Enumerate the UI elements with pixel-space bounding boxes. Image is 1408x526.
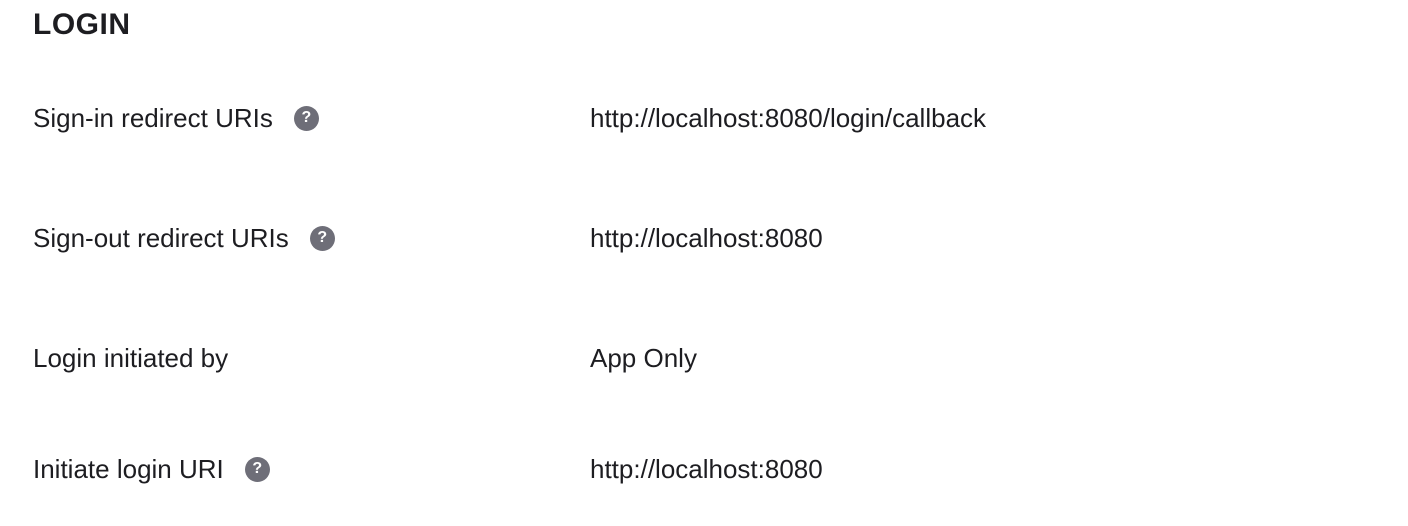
field-label-container: Login initiated by xyxy=(33,338,228,378)
section-title: LOGIN xyxy=(33,8,131,41)
help-question-icon[interactable]: ? xyxy=(309,225,335,251)
field-label: Sign-out redirect URIs xyxy=(33,223,289,253)
field-row-login-initiated-by: Login initiated by App Only xyxy=(0,338,1408,378)
field-label-container: Sign-out redirect URIs ? xyxy=(33,218,335,258)
field-value: http://localhost:8080 xyxy=(590,223,823,253)
field-label-container: Initiate login URI ? xyxy=(33,449,270,489)
help-question-icon[interactable]: ? xyxy=(293,105,319,131)
field-value: App Only xyxy=(590,343,697,373)
field-value: http://localhost:8080/login/callback xyxy=(590,103,987,133)
field-row-sign-out-redirect-uris: Sign-out redirect URIs ? http://localhos… xyxy=(0,218,1408,258)
field-label: Initiate login URI xyxy=(33,454,224,484)
field-label: Sign-in redirect URIs xyxy=(33,103,273,133)
field-label-container: Sign-in redirect URIs ? xyxy=(33,98,319,138)
help-question-icon[interactable]: ? xyxy=(244,456,270,482)
field-value: http://localhost:8080 xyxy=(590,454,823,484)
field-row-initiate-login-uri: Initiate login URI ? http://localhost:80… xyxy=(0,449,1408,489)
field-label: Login initiated by xyxy=(33,343,229,373)
field-row-sign-in-redirect-uris: Sign-in redirect URIs ? http://localhost… xyxy=(0,98,1408,138)
